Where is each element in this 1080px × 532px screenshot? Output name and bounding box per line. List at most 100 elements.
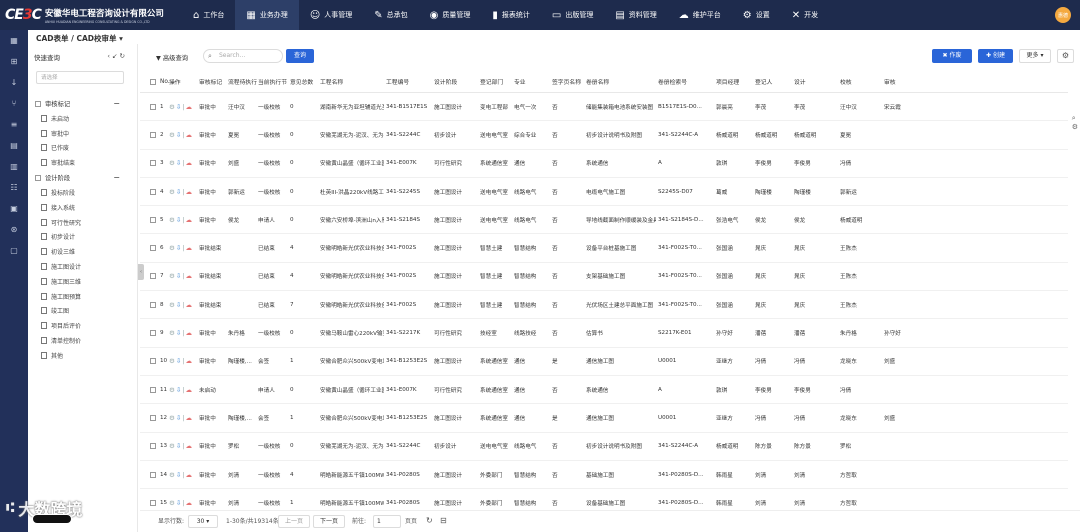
row-checkbox[interactable]: [150, 330, 156, 337]
column-header[interactable]: 操作: [169, 71, 197, 92]
panel-select-input[interactable]: 请选择: [36, 71, 124, 84]
export-icon[interactable]: ⊟: [440, 515, 447, 527]
table-row[interactable]: 10⚙⇩|☁审批中陶瑾楼,...会签1安徽合肥众兴500kV变电站220kV配套…: [140, 348, 1068, 376]
column-header[interactable]: 卷册名称: [586, 71, 656, 92]
tree-group[interactable]: 审核标记 −: [28, 96, 138, 111]
checkbox[interactable]: [35, 174, 41, 181]
nav-item[interactable]: ✕ 开发: [781, 0, 829, 30]
settings-icon[interactable]: ⚙: [169, 131, 175, 139]
row-checkbox[interactable]: [150, 273, 156, 280]
advanced-query-button[interactable]: ▼ 高级查询: [156, 53, 188, 62]
settings-icon[interactable]: ⚙: [169, 216, 175, 224]
column-header[interactable]: 审核标记: [199, 71, 227, 92]
table-row[interactable]: 6⚙⇩|☁审批结束已结束4安徽明皓新光伏农业科技创新有限公司长丰县朱巷镇孝高..…: [140, 235, 1068, 263]
nav-item[interactable]: ▭ 出版管理: [541, 0, 604, 30]
row-checkbox[interactable]: [150, 131, 156, 138]
table-row[interactable]: 7⚙⇩|☁审批结束已结束4安徽明皓新光伏农业科技创新有限公司长丰县朱巷镇孝高..…: [140, 263, 1068, 292]
cloud-icon[interactable]: ☁: [185, 188, 192, 196]
table-row[interactable]: 3⚙⇩|☁审批中刘盛一级校核0安徽黄山晶盛（循环工业园）110kV输变电工程34…: [140, 150, 1068, 178]
rail-icon[interactable]: ⊞: [0, 51, 28, 72]
rail-icon[interactable]: ☷: [0, 177, 28, 198]
next-page-button[interactable]: 下一页: [313, 515, 345, 528]
column-header[interactable]: 卷册检索号: [658, 71, 714, 92]
tree-item[interactable]: 初步设计: [28, 230, 138, 245]
table-row[interactable]: 5⚙⇩|☁审批中侯龙申请人0安徽六安桥埠-滨洲山n入黑鉴变电站110kV线路工程…: [140, 206, 1068, 235]
row-checkbox[interactable]: [150, 188, 156, 195]
settings-icon[interactable]: ⚙: [169, 159, 175, 167]
row-checkbox[interactable]: [150, 471, 156, 478]
page-title[interactable]: CAD表单 / CAD校审单 ▾: [36, 33, 123, 44]
rail-icon[interactable]: ▢: [0, 240, 28, 261]
settings-icon[interactable]: ⚙: [169, 471, 175, 479]
download-icon[interactable]: ⇩: [176, 159, 181, 167]
row-checkbox[interactable]: [150, 499, 156, 506]
row-checkbox[interactable]: [150, 443, 156, 450]
tree-item[interactable]: 投标阶段: [28, 185, 138, 200]
goto-page-input[interactable]: 1: [373, 515, 401, 528]
cloud-icon[interactable]: ☁: [185, 442, 192, 450]
cloud-icon[interactable]: ☁: [185, 272, 192, 280]
nav-item[interactable]: ⌂ 工作台: [182, 0, 235, 30]
select-all-checkbox[interactable]: [150, 78, 156, 85]
cloud-icon[interactable]: ☁: [185, 244, 192, 252]
tree-item[interactable]: 审批中: [28, 126, 138, 141]
row-checkbox[interactable]: [150, 103, 156, 110]
settings-icon[interactable]: ⚙: [169, 188, 175, 196]
column-header[interactable]: 设计: [794, 71, 838, 92]
column-header[interactable]: 专业: [514, 71, 550, 92]
download-icon[interactable]: ⇩: [176, 329, 181, 337]
column-header[interactable]: 校核: [840, 71, 882, 92]
tree-item[interactable]: 竣工图: [28, 304, 138, 319]
row-checkbox[interactable]: [150, 358, 156, 365]
table-row[interactable]: 9⚙⇩|☁审批中朱丹格一级校核0安徽马鞍山雷心220kV输变电工程341-S22…: [140, 319, 1068, 348]
table-row[interactable]: 14⚙⇩|☁审批中刘清一级校核4明皓新能源五千镇100MW光伏电站光伏场区工程3…: [140, 461, 1068, 490]
rail-icon[interactable]: ▦: [0, 30, 28, 51]
collapse-icon[interactable]: −: [113, 173, 120, 182]
nav-item[interactable]: ▦ 业务办理: [235, 0, 299, 30]
rail-icon[interactable]: ⊛: [0, 219, 28, 240]
cloud-icon[interactable]: ☁: [185, 159, 192, 167]
download-icon[interactable]: ⇩: [176, 471, 181, 479]
table-row[interactable]: 13⚙⇩|☁审批中罗松一级校核0安徽芜湖无为-泥汊、无为-日新T接港湾变电站11…: [140, 433, 1068, 461]
tree-item[interactable]: 审批结束: [28, 155, 138, 170]
cloud-icon[interactable]: ☁: [185, 414, 192, 422]
rail-icon[interactable]: ▤: [0, 135, 28, 156]
nav-item[interactable]: ▮ 报表统计: [481, 0, 541, 30]
cloud-icon[interactable]: ☁: [185, 131, 192, 139]
tree-item[interactable]: 项目后评价: [28, 318, 138, 333]
settings-icon[interactable]: ⚙: [169, 329, 175, 337]
column-header[interactable]: 登记部门: [480, 71, 512, 92]
download-icon[interactable]: ⇩: [176, 414, 181, 422]
toggle-switch[interactable]: [32, 514, 72, 524]
refresh-icon[interactable]: ↻: [426, 515, 433, 527]
row-checkbox[interactable]: [150, 386, 156, 393]
column-header[interactable]: 审核: [884, 71, 924, 92]
table-row[interactable]: 11⚙⇩|☁未启动申请人0安徽黄山晶盛（循环工业园）110kV输变电工程341-…: [140, 376, 1068, 405]
tree-item[interactable]: 清单控制价: [28, 333, 138, 348]
download-icon[interactable]: ⇩: [176, 301, 181, 309]
column-header[interactable]: 设计阶段: [434, 71, 478, 92]
chevron-down-icon[interactable]: ▾: [119, 34, 123, 43]
rail-icon[interactable]: ⑂: [0, 93, 28, 114]
column-header[interactable]: 当前执行节: [258, 71, 289, 92]
tree-item[interactable]: 可行性研究: [28, 215, 138, 230]
settings-icon[interactable]: ⚙: [169, 272, 175, 280]
rail-icon[interactable]: ↓: [0, 72, 28, 93]
tree-item[interactable]: 施工图三维: [28, 274, 138, 289]
settings-icon[interactable]: ⚙: [169, 442, 175, 450]
column-header[interactable]: 签字页名称: [552, 71, 584, 92]
tree-item[interactable]: 初设三维: [28, 244, 138, 259]
cloud-icon[interactable]: ☁: [185, 329, 192, 337]
tree-group[interactable]: 设计阶段 −: [28, 170, 138, 185]
cloud-icon[interactable]: ☁: [185, 216, 192, 224]
grid-side-tools[interactable]: ⌕ ⚙: [1072, 114, 1078, 131]
download-icon[interactable]: ⇩: [176, 442, 181, 450]
download-icon[interactable]: ⇩: [176, 244, 181, 252]
settings-icon[interactable]: ⚙: [169, 103, 175, 111]
nav-item[interactable]: ☺ 人事管理: [299, 0, 363, 30]
column-header[interactable]: 工程编号: [386, 71, 432, 92]
nav-item[interactable]: ▤ 资料管理: [604, 0, 667, 30]
row-checkbox[interactable]: [150, 160, 156, 167]
cloud-icon[interactable]: ☁: [185, 471, 192, 479]
settings-icon[interactable]: ⚙: [169, 499, 175, 507]
